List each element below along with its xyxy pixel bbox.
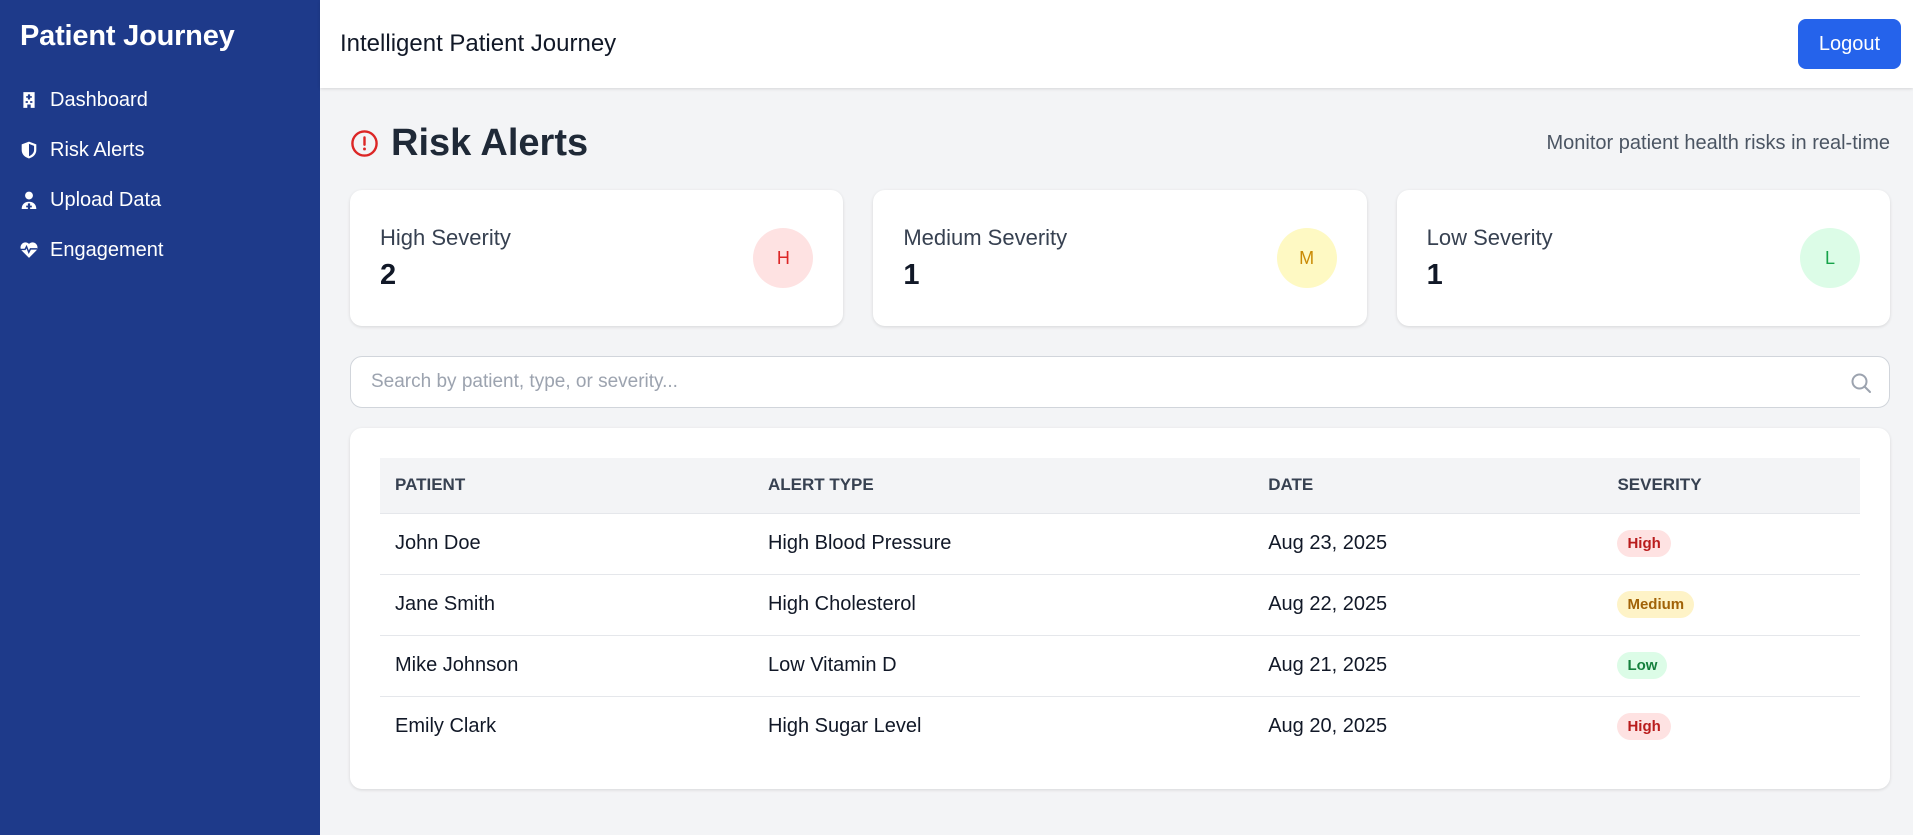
cell-severity: Low: [1602, 634, 1860, 696]
sidebar-item-upload-data[interactable]: Upload Data: [20, 175, 300, 225]
cell-patient: John Doe: [380, 512, 753, 574]
cell-severity: High: [1602, 512, 1860, 574]
card-value: 1: [1426, 258, 1443, 291]
cell-date: Aug 22, 2025: [1253, 573, 1603, 635]
cell-date: Aug 23, 2025: [1253, 512, 1603, 574]
severity-badge: Low: [1617, 652, 1668, 679]
search-box: [350, 356, 1890, 408]
column-header-alert-type[interactable]: ALERT TYPE: [753, 458, 1253, 513]
card-label: Low Severity: [1426, 224, 1553, 250]
cell-date: Aug 20, 2025: [1253, 695, 1603, 757]
page-content: Risk Alerts Monitor patient health risks…: [320, 88, 1913, 789]
main-area: Intelligent Patient Journey Logout Risk …: [320, 0, 1913, 835]
severity-badge: Medium: [1617, 591, 1695, 618]
table-row[interactable]: Emily Clark High Sugar Level Aug 20, 202…: [380, 695, 1860, 757]
cell-alert-type: High Sugar Level: [752, 695, 1254, 757]
sidebar-item-label: Upload Data: [50, 188, 162, 211]
alerts-table-card: PATIENT ALERT TYPE DATE SEVERITY John Do…: [350, 428, 1890, 789]
summary-cards: High Severity 2 H Medium Severity 1 M Lo…: [350, 190, 1890, 326]
cell-patient: Emily Clark: [380, 695, 753, 757]
severity-letter-icon: L: [1799, 228, 1860, 288]
cell-alert-type: High Cholesterol: [752, 573, 1254, 635]
cell-patient: Jane Smith: [380, 573, 753, 635]
cell-patient: Mike Johnson: [380, 634, 753, 696]
top-bar: Intelligent Patient Journey Logout: [320, 0, 1913, 88]
summary-card-high: High Severity 2 H: [350, 190, 844, 326]
page-title-wrap: Risk Alerts: [350, 122, 588, 165]
cell-alert-type: High Blood Pressure: [752, 512, 1254, 574]
cell-date: Aug 21, 2025: [1253, 634, 1603, 696]
severity-letter-icon: M: [1276, 228, 1337, 288]
card-value: 1: [903, 258, 920, 291]
page-subtitle: Monitor patient health risks in real-tim…: [1546, 131, 1890, 154]
sidebar-item-label: Risk Alerts: [50, 138, 145, 161]
severity-badge: High: [1617, 713, 1671, 741]
cell-severity: Medium: [1602, 573, 1860, 635]
logout-button[interactable]: Logout: [1797, 19, 1901, 69]
column-header-severity[interactable]: SEVERITY: [1602, 458, 1860, 513]
column-header-date[interactable]: DATE: [1253, 458, 1602, 513]
app-root: Patient Journey Dashboard Risk Alerts Up…: [0, 0, 1913, 835]
alerts-table: PATIENT ALERT TYPE DATE SEVERITY John Do…: [380, 458, 1860, 757]
summary-card-low: Low Severity 1 L: [1396, 190, 1890, 326]
table-row[interactable]: John Doe High Blood Pressure Aug 23, 202…: [380, 512, 1860, 574]
sidebar-item-label: Dashboard: [50, 88, 148, 111]
doctor-icon: [21, 191, 37, 209]
cell-severity: High: [1602, 695, 1860, 757]
severity-badge: High: [1617, 530, 1671, 557]
app-title: Intelligent Patient Journey: [340, 30, 617, 57]
table-header-row: PATIENT ALERT TYPE DATE SEVERITY: [380, 458, 1860, 513]
sidebar-item-label: Engagement: [50, 238, 164, 261]
alert-circle-icon: [351, 129, 378, 157]
column-header-patient[interactable]: PATIENT: [380, 458, 753, 513]
sidebar-item-engagement[interactable]: Engagement: [20, 225, 300, 275]
page-header: Risk Alerts Monitor patient health risks…: [350, 118, 1890, 168]
cell-alert-type: Low Vitamin D: [752, 634, 1254, 696]
hospital-icon: [23, 92, 35, 108]
brand-title: Patient Journey: [20, 20, 235, 52]
severity-letter-icon: H: [753, 228, 814, 288]
shield-icon: [21, 141, 37, 159]
sidebar-item-risk-alerts[interactable]: Risk Alerts: [20, 125, 300, 175]
search-input[interactable]: [351, 357, 1889, 407]
search-icon[interactable]: [1849, 371, 1873, 395]
sidebar: Patient Journey Dashboard Risk Alerts Up…: [0, 0, 320, 835]
summary-card-medium: Medium Severity 1 M: [873, 190, 1367, 326]
table-row[interactable]: Mike Johnson Low Vitamin D Aug 21, 2025 …: [380, 634, 1860, 696]
sidebar-item-dashboard[interactable]: Dashboard: [20, 75, 300, 125]
page-title: Risk Alerts: [391, 121, 589, 164]
table-row[interactable]: Jane Smith High Cholesterol Aug 22, 2025…: [380, 573, 1860, 635]
card-value: 2: [380, 258, 397, 291]
card-label: Medium Severity: [903, 224, 1068, 250]
card-label: High Severity: [380, 224, 511, 250]
heartbeat-icon: [20, 242, 38, 258]
